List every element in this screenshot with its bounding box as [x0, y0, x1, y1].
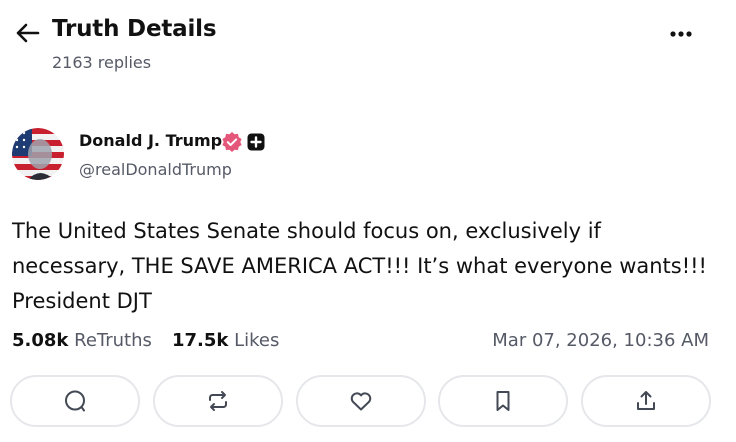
replies-count[interactable]: 2163 replies: [52, 53, 151, 72]
avatar[interactable]: [12, 128, 64, 180]
post-timestamp: Mar 07, 2026, 10:36 AM: [492, 330, 709, 351]
author-name[interactable]: Donald J. Trump: [79, 131, 222, 150]
arrow-left-icon[interactable]: [14, 22, 40, 44]
header: Truth Details 2163 replies: [0, 0, 736, 90]
bookmark-button[interactable]: [438, 375, 568, 427]
page-title: Truth Details: [52, 16, 217, 42]
reply-icon: [65, 390, 85, 412]
post-author[interactable]: Donald J. Trump @realDonaldTrump: [12, 128, 712, 184]
share-button[interactable]: [581, 375, 711, 427]
share-icon: [637, 391, 655, 410]
author-handle[interactable]: @realDonaldTrump: [79, 160, 232, 179]
likes-count: 17.5k: [172, 330, 229, 351]
retruth-icon: [209, 391, 227, 411]
like-button[interactable]: [296, 375, 426, 427]
likes-stat[interactable]: 17.5k Likes: [172, 330, 279, 351]
post-stats: 5.08k ReTruths 17.5k Likes Mar 07, 2026,…: [12, 330, 712, 356]
retruths-count: 5.08k: [12, 330, 69, 351]
retruths-label: ReTruths: [74, 330, 152, 351]
plus-badge-icon: [247, 133, 265, 151]
post-actions: [10, 375, 714, 431]
more-horizontal-icon[interactable]: [664, 22, 698, 46]
reply-button[interactable]: [10, 375, 140, 427]
like-icon: [350, 392, 372, 411]
verified-badge-icon: [222, 132, 242, 152]
retruths-stat[interactable]: 5.08k ReTruths: [12, 330, 152, 351]
likes-label: Likes: [234, 330, 280, 351]
retruth-button[interactable]: [153, 375, 283, 427]
bookmark-icon: [496, 391, 510, 411]
post-body: The United States Senate should focus on…: [12, 219, 707, 313]
